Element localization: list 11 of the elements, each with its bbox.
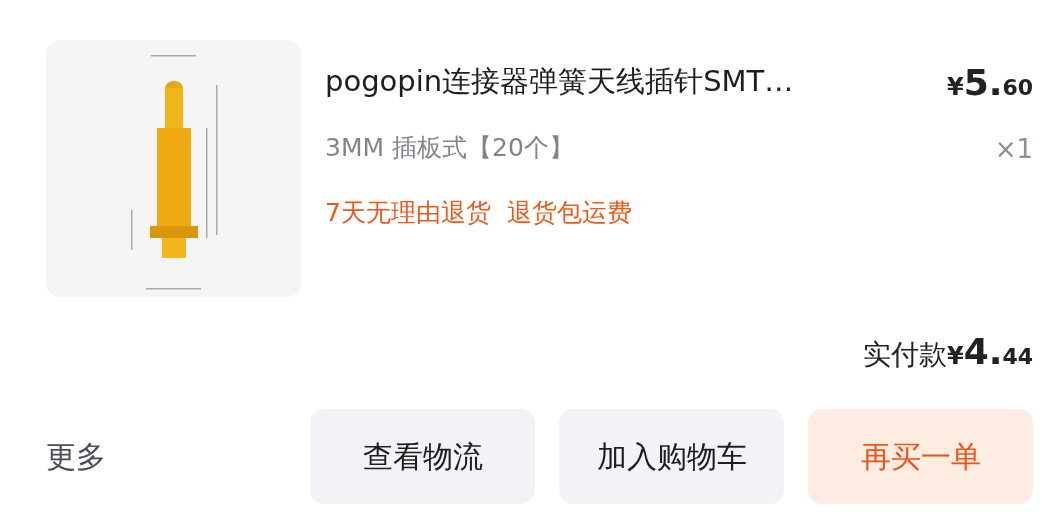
unit-price: ¥5.60 — [946, 61, 1033, 105]
quantity: ×1 — [994, 133, 1033, 166]
product-title: pogopin连接器弹簧天线插针SMT… — [325, 64, 795, 99]
service-tag: 7天无理由退货 — [325, 194, 491, 232]
action-button[interactable]: 加入购物车 — [559, 409, 784, 504]
more-button[interactable]: 更多 — [46, 434, 106, 479]
paid-amount: ¥4.44 — [946, 330, 1033, 374]
product-spec: 3MM 插板式【20个】 — [325, 131, 575, 164]
paid-label: 实付款 — [862, 337, 947, 373]
service-tag: 退货包运费 — [506, 194, 632, 232]
action-button[interactable]: 查看物流 — [310, 409, 535, 504]
